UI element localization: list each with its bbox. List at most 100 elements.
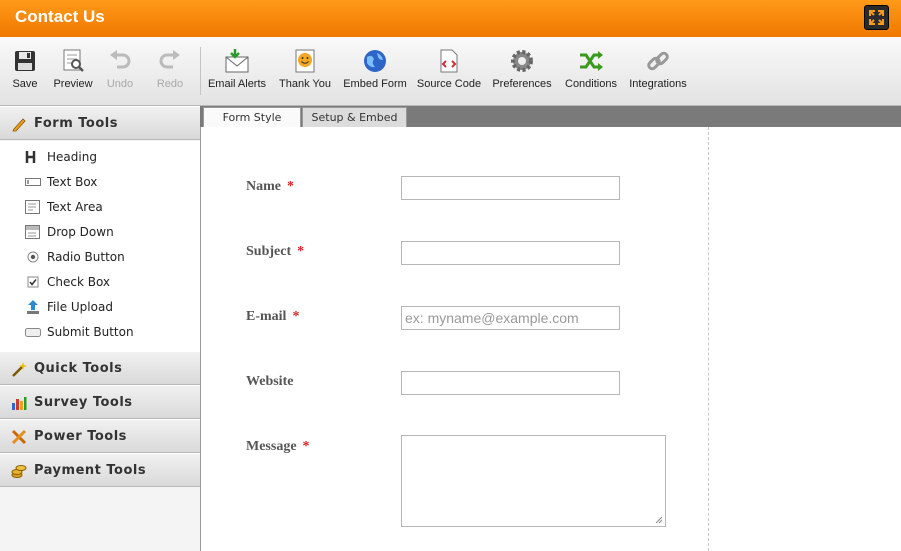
preview-label: Preview xyxy=(53,78,93,90)
heading-icon xyxy=(25,151,36,163)
toolbar-separator xyxy=(200,47,201,95)
section-label: Survey Tools xyxy=(34,395,133,410)
redo-button[interactable]: Redo xyxy=(154,48,186,90)
tool-label: File Upload xyxy=(47,300,113,314)
email-alerts-button[interactable]: Email Alerts xyxy=(206,48,268,90)
sidebar: Form Tools Heading Text Box Text Area Dr… xyxy=(0,106,200,551)
preferences-label: Preferences xyxy=(492,78,552,90)
section-label: Form Tools xyxy=(34,116,118,131)
submit-button-icon xyxy=(25,328,41,337)
label-text: Subject xyxy=(246,244,292,259)
redo-icon xyxy=(159,50,180,69)
tool-text-box[interactable]: Text Box xyxy=(0,170,200,195)
required-marker: * xyxy=(287,179,294,194)
expand-arrows-icon xyxy=(869,10,884,25)
preview-button[interactable]: Preview xyxy=(51,48,95,90)
email-alerts-label: Email Alerts xyxy=(207,78,267,90)
title-bar: Contact Us xyxy=(0,0,901,37)
tool-drop-down[interactable]: Drop Down xyxy=(0,220,200,245)
preview-icon xyxy=(63,49,84,72)
section-survey-tools[interactable]: Survey Tools xyxy=(0,385,200,419)
website-field-label: Website xyxy=(246,374,293,390)
tool-submit-button[interactable]: Submit Button xyxy=(0,320,200,345)
tool-label: Text Area xyxy=(47,200,103,214)
conditions-button[interactable]: Conditions xyxy=(563,48,619,90)
tool-label: Check Box xyxy=(47,275,111,289)
email-input[interactable] xyxy=(401,306,620,330)
integrations-label: Integrations xyxy=(629,78,687,90)
save-button[interactable]: Save xyxy=(10,48,40,90)
tool-text-area[interactable]: Text Area xyxy=(0,195,200,220)
message-textarea[interactable] xyxy=(401,435,666,527)
preferences-button[interactable]: Preferences xyxy=(490,48,554,90)
shuffle-icon xyxy=(580,51,603,71)
save-label: Save xyxy=(12,78,38,90)
gear-icon xyxy=(511,50,533,72)
window-title: Contact Us xyxy=(15,7,105,26)
section-payment-tools[interactable]: Payment Tools xyxy=(0,453,200,487)
form-tools-list: Heading Text Box Text Area Drop Down Rad… xyxy=(0,141,200,351)
textbox-icon xyxy=(25,178,41,186)
undo-icon xyxy=(110,50,131,69)
tab-bar: Form Style Setup & Embed xyxy=(200,106,901,127)
tool-heading[interactable]: Heading xyxy=(0,145,200,170)
pencil-icon xyxy=(12,118,26,132)
required-marker: * xyxy=(297,244,305,259)
radio-icon xyxy=(27,251,39,263)
chain-link-icon xyxy=(647,51,669,71)
undo-button[interactable]: Undo xyxy=(104,48,136,90)
redo-label: Redo xyxy=(156,78,184,90)
bar-chart-icon xyxy=(12,397,27,410)
thank-you-label: Thank You xyxy=(279,78,331,90)
required-marker: * xyxy=(292,309,300,324)
resize-grip-icon[interactable] xyxy=(655,516,663,524)
tool-radio-button[interactable]: Radio Button xyxy=(0,245,200,270)
subject-input[interactable] xyxy=(401,241,620,265)
expand-button[interactable] xyxy=(864,5,889,30)
label-text: Message xyxy=(246,439,297,454)
integrations-button[interactable]: Integrations xyxy=(627,48,689,90)
section-label: Quick Tools xyxy=(34,361,123,376)
website-input[interactable] xyxy=(401,371,620,395)
tab-form-style[interactable]: Form Style xyxy=(203,107,301,127)
upload-icon xyxy=(27,300,39,314)
required-marker: * xyxy=(302,439,310,454)
embed-form-button[interactable]: Embed Form xyxy=(343,48,407,90)
label-text: Name xyxy=(246,179,281,194)
undo-label: Undo xyxy=(106,78,134,90)
source-code-button[interactable]: Source Code xyxy=(416,48,482,90)
dropdown-icon xyxy=(25,225,40,239)
subject-field-label: Subject * xyxy=(246,244,304,260)
coins-icon xyxy=(11,465,27,478)
section-label: Power Tools xyxy=(34,429,127,444)
message-field-label: Message * xyxy=(246,439,310,455)
thank-you-button[interactable]: Thank You xyxy=(277,48,333,90)
floppy-disk-icon xyxy=(15,51,35,71)
globe-icon xyxy=(364,50,386,72)
envelope-icon xyxy=(225,49,249,73)
textarea-icon xyxy=(25,200,40,214)
tool-label: Drop Down xyxy=(47,225,114,239)
section-label: Payment Tools xyxy=(34,463,147,478)
source-code-label: Source Code xyxy=(416,78,482,90)
section-power-tools[interactable]: Power Tools xyxy=(0,419,200,453)
email-field-label: E-mail * xyxy=(246,309,299,325)
tool-check-box[interactable]: Check Box xyxy=(0,270,200,295)
section-form-tools[interactable]: Form Tools xyxy=(0,106,200,140)
form-width-guide xyxy=(708,127,709,551)
tool-file-upload[interactable]: File Upload xyxy=(0,295,200,320)
magic-wand-icon xyxy=(12,362,27,377)
tab-setup-embed[interactable]: Setup & Embed xyxy=(302,107,407,127)
toolbar: Save Preview Undo Redo Email Alerts Than… xyxy=(0,37,901,106)
code-file-icon xyxy=(440,49,458,73)
tool-label: Text Box xyxy=(47,175,98,189)
section-quick-tools[interactable]: Quick Tools xyxy=(0,351,200,385)
tool-label: Submit Button xyxy=(47,325,134,339)
checkbox-icon xyxy=(27,276,39,288)
tool-label: Radio Button xyxy=(47,250,125,264)
label-text: E-mail xyxy=(246,309,287,324)
name-input[interactable] xyxy=(401,176,620,200)
tool-label: Heading xyxy=(47,150,97,164)
label-text: Website xyxy=(246,374,294,389)
embed-form-label: Embed Form xyxy=(343,78,407,90)
